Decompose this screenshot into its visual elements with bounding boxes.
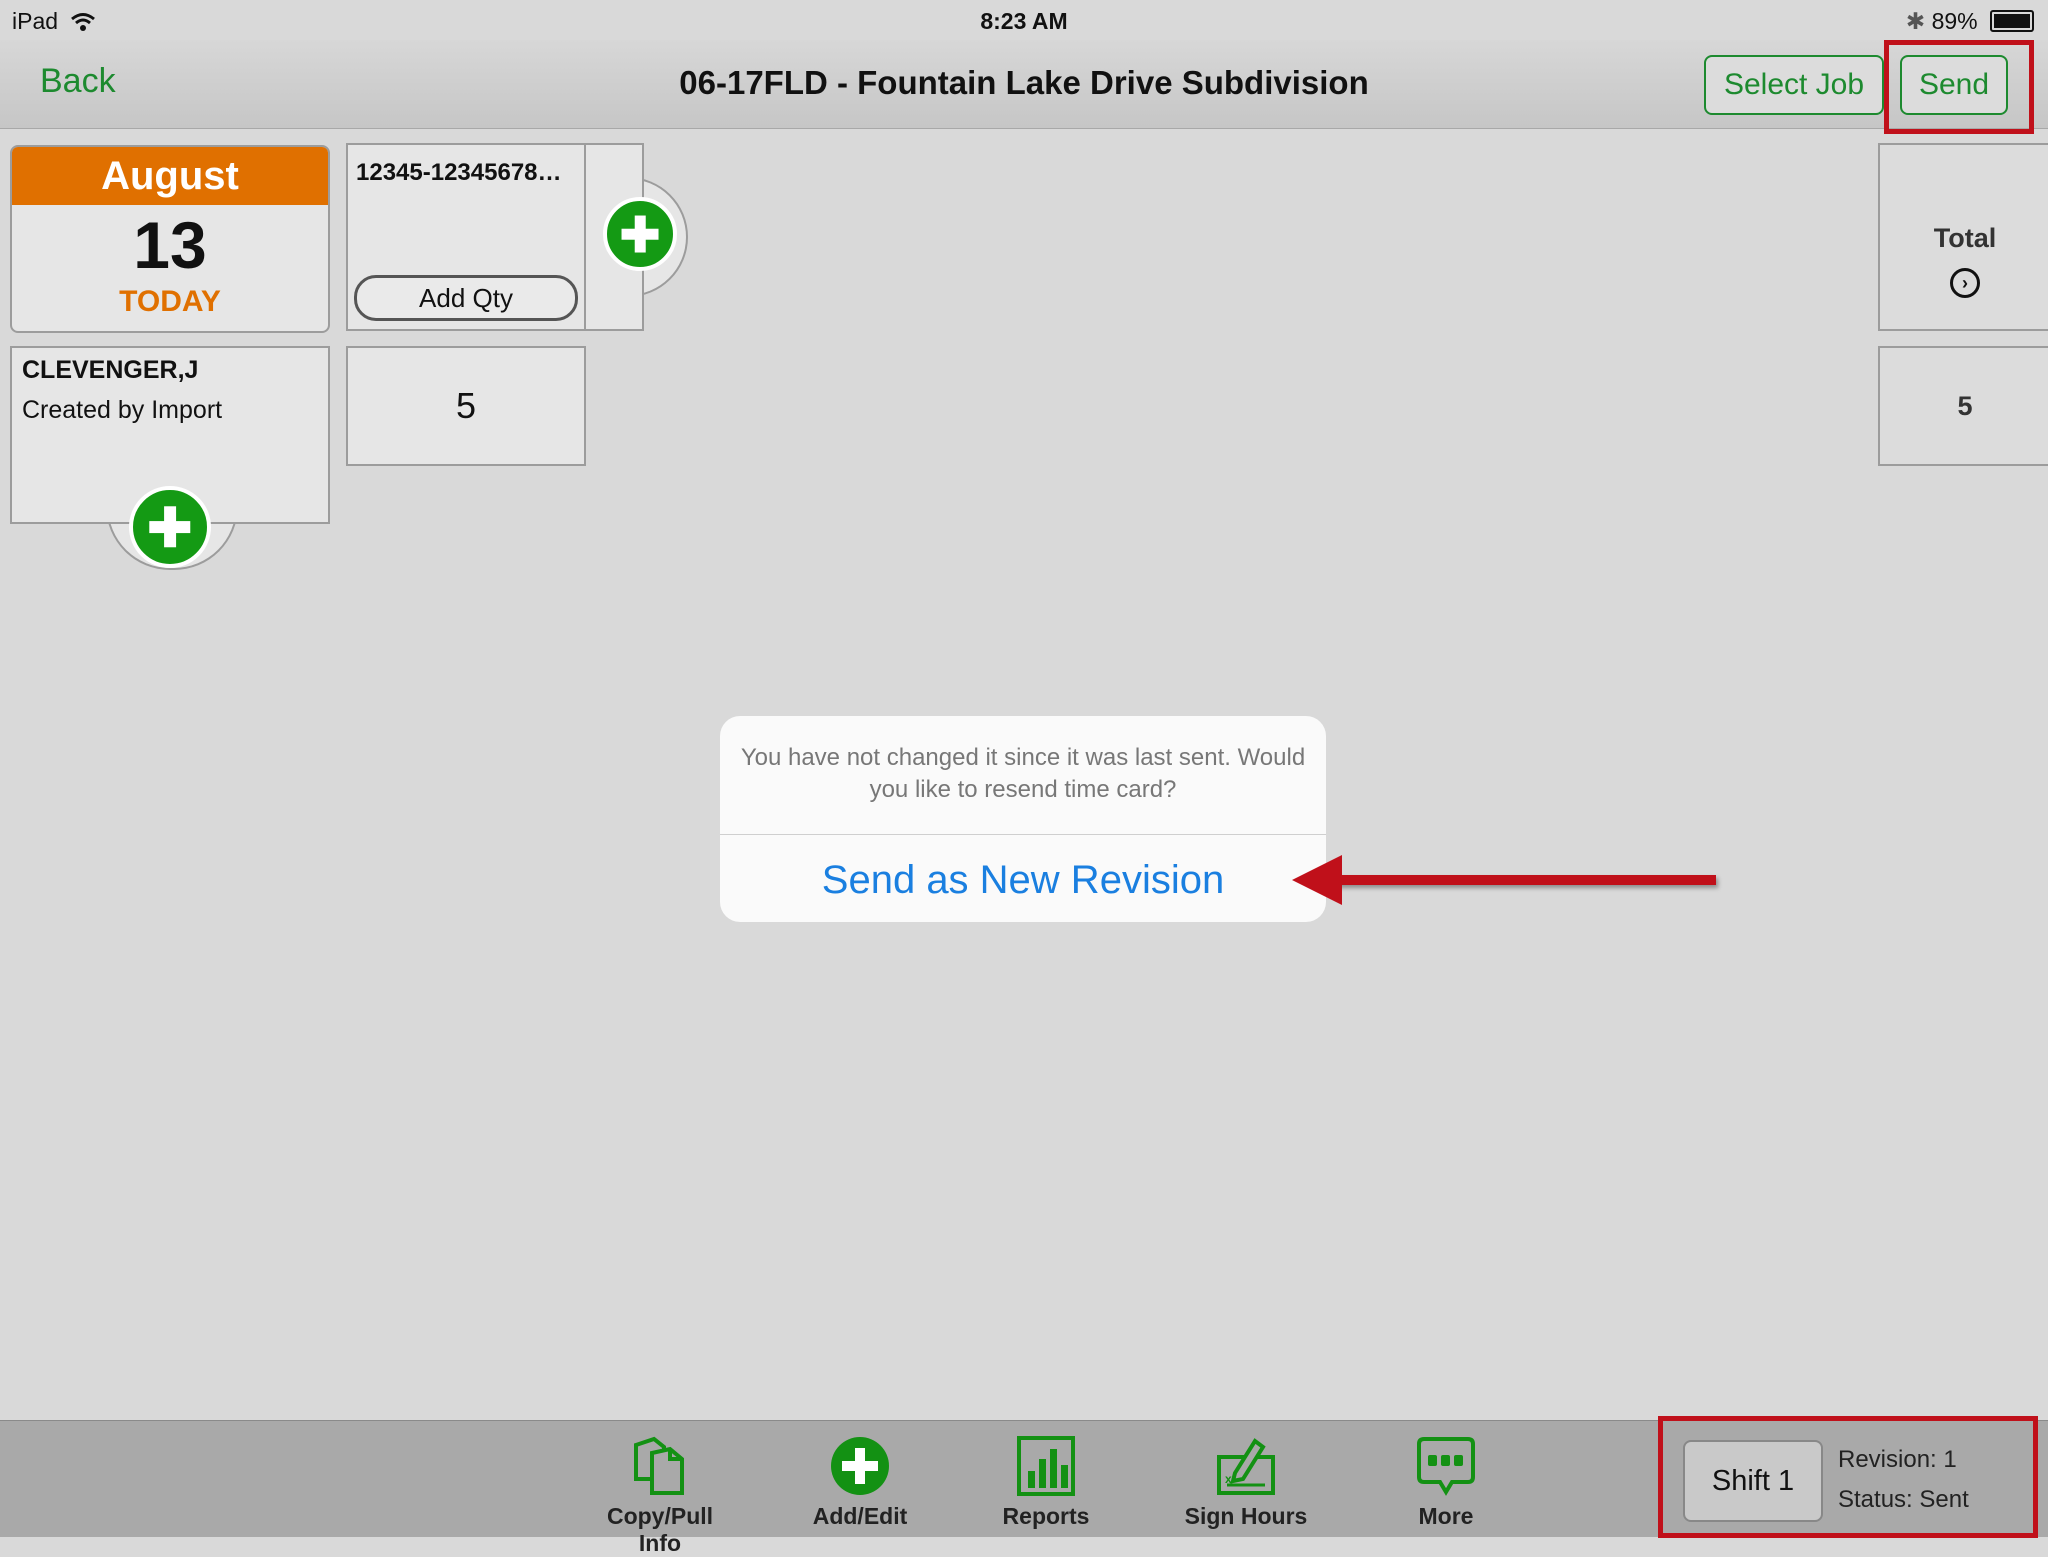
- employee-row-header[interactable]: CLEVENGER,J Created by Import: [10, 346, 330, 468]
- add-qty-button[interactable]: Add Qty: [354, 275, 578, 321]
- date-month: August: [12, 147, 328, 205]
- status-bar: iPad 8:23 AM ✱ 89%: [0, 0, 2048, 40]
- annotation-arrow-shaft: [1330, 875, 1716, 885]
- bluetooth-icon: ✱: [1905, 8, 1926, 34]
- date-day: 13: [133, 208, 207, 282]
- chat-bubble-icon: [1417, 1437, 1475, 1496]
- total-value: 5: [1878, 346, 2048, 466]
- copy-icon: [634, 1436, 684, 1495]
- highlight-revision-status: [1658, 1416, 2038, 1538]
- toolbar-label: Reports: [1002, 1503, 1090, 1529]
- bar-chart-icon: [1017, 1436, 1075, 1496]
- clock: 8:23 AM: [980, 8, 1068, 34]
- battery-percent: 89%: [1931, 8, 1978, 34]
- sign-hours-button[interactable]: x Sign Hours: [1180, 1435, 1312, 1530]
- navigation-bar: Back 06-17FLD - Fountain Lake Drive Subd…: [0, 40, 2048, 129]
- toolbar-label: Sign Hours: [1184, 1503, 1308, 1529]
- employee-name: CLEVENGER,J: [22, 356, 199, 384]
- toolbar-label: Add/Edit: [812, 1503, 908, 1529]
- item-code: 12345-12345678…: [356, 159, 562, 186]
- signature-icon: x: [1217, 1438, 1275, 1495]
- more-button[interactable]: More: [1400, 1435, 1492, 1530]
- add-edit-button[interactable]: Add/Edit: [800, 1435, 920, 1530]
- copy-pull-info-button[interactable]: Copy/Pull Info: [586, 1435, 734, 1557]
- annotation-arrow-head: [1292, 855, 1342, 905]
- plus-circle-icon: [831, 1437, 889, 1495]
- send-new-revision-button[interactable]: Send as New Revision: [720, 838, 1326, 922]
- toolbar-label: Copy/Pull Info: [606, 1503, 714, 1556]
- select-job-button[interactable]: Select Job: [1704, 55, 1884, 115]
- add-row-plus-icon[interactable]: [129, 486, 211, 568]
- alert-message: You have not changed it since it was las…: [740, 744, 1306, 803]
- battery-icon: [1990, 10, 2034, 32]
- add-column-plus-icon[interactable]: [603, 197, 677, 271]
- date-today-label: TODAY: [119, 285, 221, 318]
- reports-button[interactable]: Reports: [990, 1435, 1102, 1530]
- toolbar-label: More: [1418, 1503, 1474, 1529]
- total-column-header[interactable]: Total ›: [1878, 143, 2048, 331]
- alert-divider: [720, 834, 1326, 835]
- total-label: Total: [1933, 223, 1997, 253]
- highlight-send: [1884, 40, 2034, 134]
- employee-qty-cell[interactable]: 5: [346, 346, 586, 466]
- item-column-header[interactable]: 12345-12345678… Add Qty: [346, 143, 586, 331]
- svg-text:x: x: [1225, 1472, 1232, 1486]
- date-card[interactable]: August 13 TODAY: [10, 145, 330, 333]
- employee-note: Created by Import: [22, 396, 223, 424]
- chevron-right-circle-icon[interactable]: ›: [1950, 268, 1980, 298]
- resend-alert: You have not changed it since it was las…: [720, 716, 1326, 922]
